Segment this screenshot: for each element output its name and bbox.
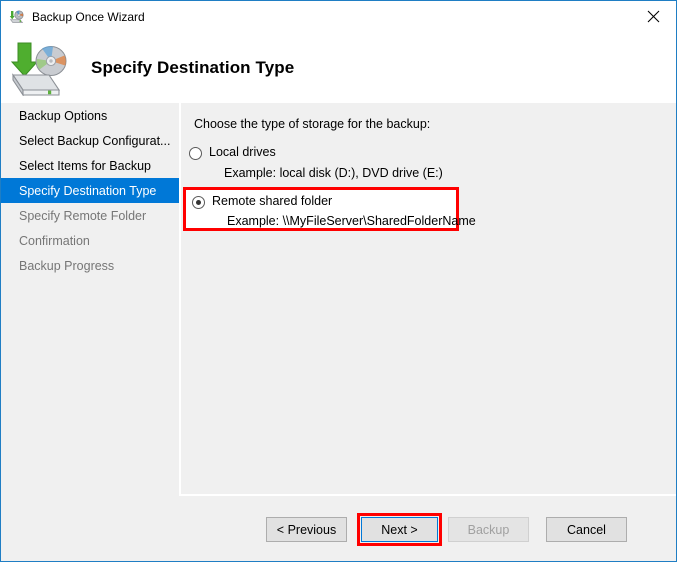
backup-once-wizard-window: Backup Once Wizard Specify Destination T…: [0, 0, 677, 562]
sidebar-item-label: Specify Remote Folder: [19, 208, 147, 223]
option-remote-shared-folder-example: Example: \\MyFileServer\SharedFolderName: [227, 214, 476, 228]
backup-button: Backup: [448, 517, 529, 542]
sidebar-item-label: Specify Destination Type: [19, 183, 157, 198]
wizard-body: Backup Options Select Backup Configurat.…: [1, 103, 676, 561]
sidebar-item-specify-destination-type[interactable]: Specify Destination Type: [1, 178, 179, 203]
sidebar-item-confirmation[interactable]: Confirmation: [1, 228, 179, 253]
close-icon[interactable]: [630, 1, 676, 31]
sidebar-item-label: Select Items for Backup: [19, 158, 152, 173]
sidebar-item-label: Backup Options: [19, 108, 108, 123]
wizard-step-list: Backup Options Select Backup Configurat.…: [1, 103, 179, 495]
wizard-button-bar: < Previous Next > Backup Cancel: [179, 496, 676, 561]
sidebar-item-label: Backup Progress: [19, 258, 115, 273]
title-bar: Backup Once Wizard: [1, 1, 676, 32]
wizard-header: Specify Destination Type: [1, 32, 676, 103]
option-remote-shared-folder-label: Remote shared folder: [212, 194, 333, 208]
sidebar-item-backup-progress[interactable]: Backup Progress: [1, 253, 179, 278]
radio-local-drives[interactable]: [189, 147, 202, 160]
option-remote-shared-folder-highlight[interactable]: Remote shared folder Example: \\MyFileSe…: [183, 187, 476, 231]
backup-wizard-icon: [9, 9, 25, 25]
sidebar-item-select-items-for-backup[interactable]: Select Items for Backup: [1, 153, 179, 178]
sidebar-item-specify-remote-folder[interactable]: Specify Remote Folder: [1, 203, 179, 228]
page-title: Specify Destination Type: [91, 57, 295, 77]
backup-disk-icon: [9, 40, 73, 97]
sidebar-item-label: Confirmation: [19, 233, 90, 248]
option-local-drives-label: Local drives: [209, 145, 276, 159]
sidebar-item-label: Select Backup Configurat...: [19, 133, 171, 148]
destination-type-panel: Choose the type of storage for the backu…: [181, 103, 676, 494]
radio-remote-shared-folder[interactable]: [192, 196, 205, 209]
sidebar-item-backup-options[interactable]: Backup Options: [1, 103, 179, 128]
option-local-drives[interactable]: Local drives Example: local disk (D:), D…: [189, 145, 443, 180]
cancel-button[interactable]: Cancel: [546, 517, 627, 542]
window-title: Backup Once Wizard: [32, 9, 145, 24]
previous-button[interactable]: < Previous: [266, 517, 347, 542]
option-local-drives-example: Example: local disk (D:), DVD drive (E:): [224, 166, 443, 180]
prompt-label: Choose the type of storage for the backu…: [194, 117, 431, 131]
sidebar-item-select-backup-configuration[interactable]: Select Backup Configurat...: [1, 128, 179, 153]
next-button[interactable]: Next >: [361, 517, 438, 542]
